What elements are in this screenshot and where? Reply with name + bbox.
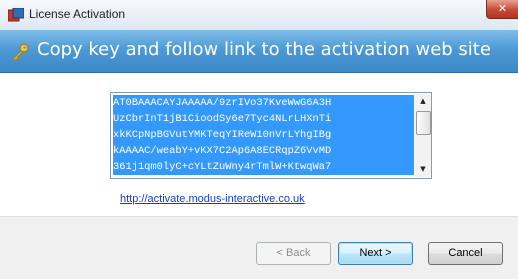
title-bar: License Activation ✕ — [0, 0, 518, 31]
activation-key-textbox[interactable]: AT0BAAACAYJAAAAA/9zrIVo37KveWwG6A3H UzCb… — [110, 92, 432, 179]
scroll-thumb[interactable] — [416, 111, 431, 135]
close-button[interactable]: ✕ — [486, 0, 518, 19]
scroll-down-arrow-icon[interactable]: ▼ — [415, 162, 431, 177]
key-icon — [12, 43, 29, 61]
window-title: License Activation — [29, 7, 126, 21]
app-icon — [8, 8, 24, 22]
key-line: kAAAAC/weabY+vKX7C2Ap6A8ECRqpZ6VvMD — [113, 143, 414, 159]
key-line: xkKCpNpBGVutYMKTeqYIReW10nVrLYhgIBg — [113, 127, 414, 143]
key-line: UzCbrInT1jB1CioodSy6e7Tyc4NLrLHXnTi — [113, 111, 414, 127]
activation-key-text[interactable]: AT0BAAACAYJAAAAA/9zrIVo37KveWwG6A3H UzCb… — [113, 95, 414, 176]
key-line: 361j1qm0lyC+cYLtZuWny4rTmlW+KtwqWa7 — [113, 159, 414, 175]
banner-heading: Copy key and follow link to the activati… — [37, 39, 491, 60]
key-line: AT0BAAACAYJAAAAA/9zrIVo37KveWwG6A3H — [113, 95, 414, 111]
next-button[interactable]: Next > — [338, 242, 413, 265]
vertical-scrollbar[interactable]: ▲ ▼ — [415, 94, 431, 177]
content-area: AT0BAAACAYJAAAAA/9zrIVo37KveWwG6A3H UzCb… — [0, 73, 518, 216]
back-button[interactable]: < Back — [256, 242, 331, 265]
cancel-button[interactable]: Cancel — [428, 242, 503, 265]
button-bar: < Back Next > Cancel — [0, 216, 518, 279]
scroll-up-arrow-icon[interactable]: ▲ — [415, 94, 431, 109]
activation-link[interactable]: http://activate.modus-interactive.co.uk — [120, 193, 305, 205]
header-banner: Copy key and follow link to the activati… — [0, 30, 518, 73]
